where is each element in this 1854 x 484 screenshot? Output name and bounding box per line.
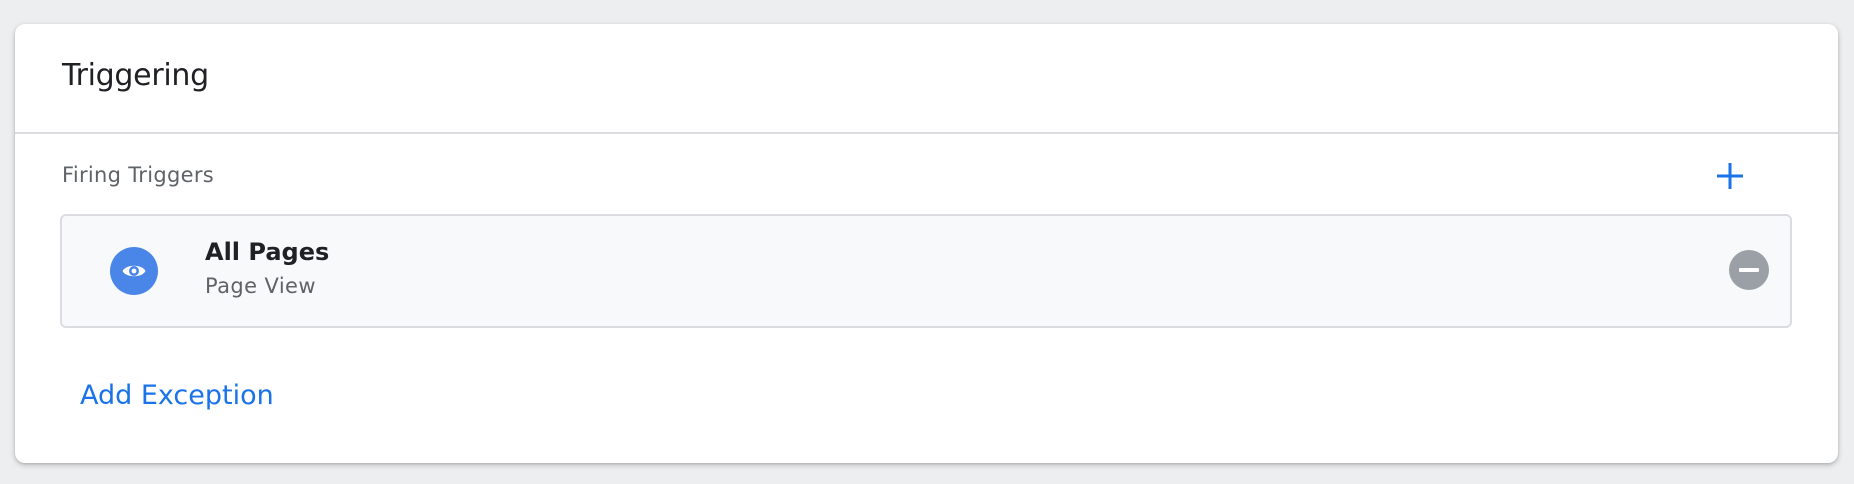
card-header: Triggering <box>15 24 1838 134</box>
trigger-row[interactable]: All Pages Page View <box>60 214 1792 328</box>
trigger-type: Page View <box>205 274 316 298</box>
add-exception-link[interactable]: Add Exception <box>80 380 274 411</box>
remove-circle-icon <box>1739 268 1759 272</box>
triggering-card: Triggering Firing Triggers All Pages Pag… <box>15 24 1838 463</box>
trigger-name[interactable]: All Pages <box>205 238 329 266</box>
eye-icon <box>122 265 146 277</box>
add-trigger-button[interactable] <box>1712 158 1748 194</box>
trigger-type-badge <box>110 247 158 295</box>
remove-trigger-button[interactable] <box>1729 250 1769 290</box>
plus-icon <box>1717 163 1743 189</box>
card-title: Triggering <box>62 58 209 93</box>
firing-triggers-label: Firing Triggers <box>62 163 215 187</box>
